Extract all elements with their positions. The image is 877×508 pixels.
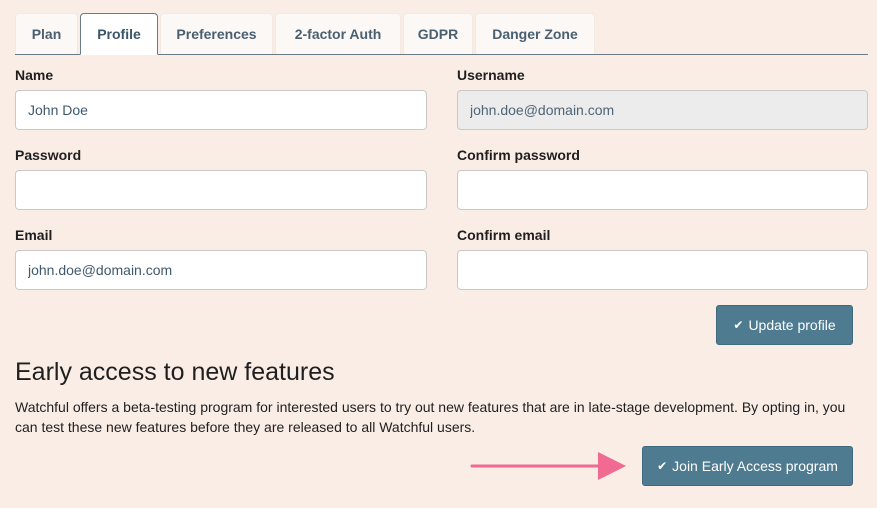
name-input[interactable] [15,90,427,130]
tab-preferences[interactable]: Preferences [160,13,273,54]
early-access-description: Watchful offers a beta-testing program f… [15,399,846,435]
confirm-password-label: Confirm password [457,147,580,163]
join-early-access-button[interactable]: ✔ Join Early Access program [642,446,853,486]
password-label: Password [15,147,82,163]
password-input[interactable] [15,170,427,210]
username-label: Username [457,67,525,83]
tab-label: GDPR [417,26,459,42]
tab-bar: Plan Profile Preferences 2-factor Auth G… [15,13,868,55]
tab-profile[interactable]: Profile [80,13,158,55]
username-input[interactable] [457,90,868,130]
tab-label: Profile [97,26,141,42]
tab-label: Preferences [176,26,257,42]
tab-plan[interactable]: Plan [15,13,78,54]
check-icon: ✔ [657,459,668,473]
confirm-email-input[interactable] [457,250,868,290]
email-label: Email [15,227,53,243]
tab-danger-zone[interactable]: Danger Zone [475,13,595,54]
tab-label: 2-factor Auth [294,26,382,42]
check-icon: ✔ [733,318,744,332]
confirm-password-input[interactable] [457,170,868,210]
early-access-heading: Early access to new features [15,358,335,386]
arrow-right-icon [470,452,626,480]
email-input[interactable] [15,250,427,290]
name-label: Name [15,67,54,83]
tab-2-factor-auth[interactable]: 2-factor Auth [275,13,401,54]
update-profile-label: Update profile [748,317,836,333]
confirm-email-label: Confirm email [457,227,551,243]
update-profile-button[interactable]: ✔ Update profile [716,305,853,345]
tab-label: Plan [31,26,62,42]
join-early-access-label: Join Early Access program [672,458,838,474]
tab-gdpr[interactable]: GDPR [403,13,473,54]
tab-label: Danger Zone [492,26,578,42]
